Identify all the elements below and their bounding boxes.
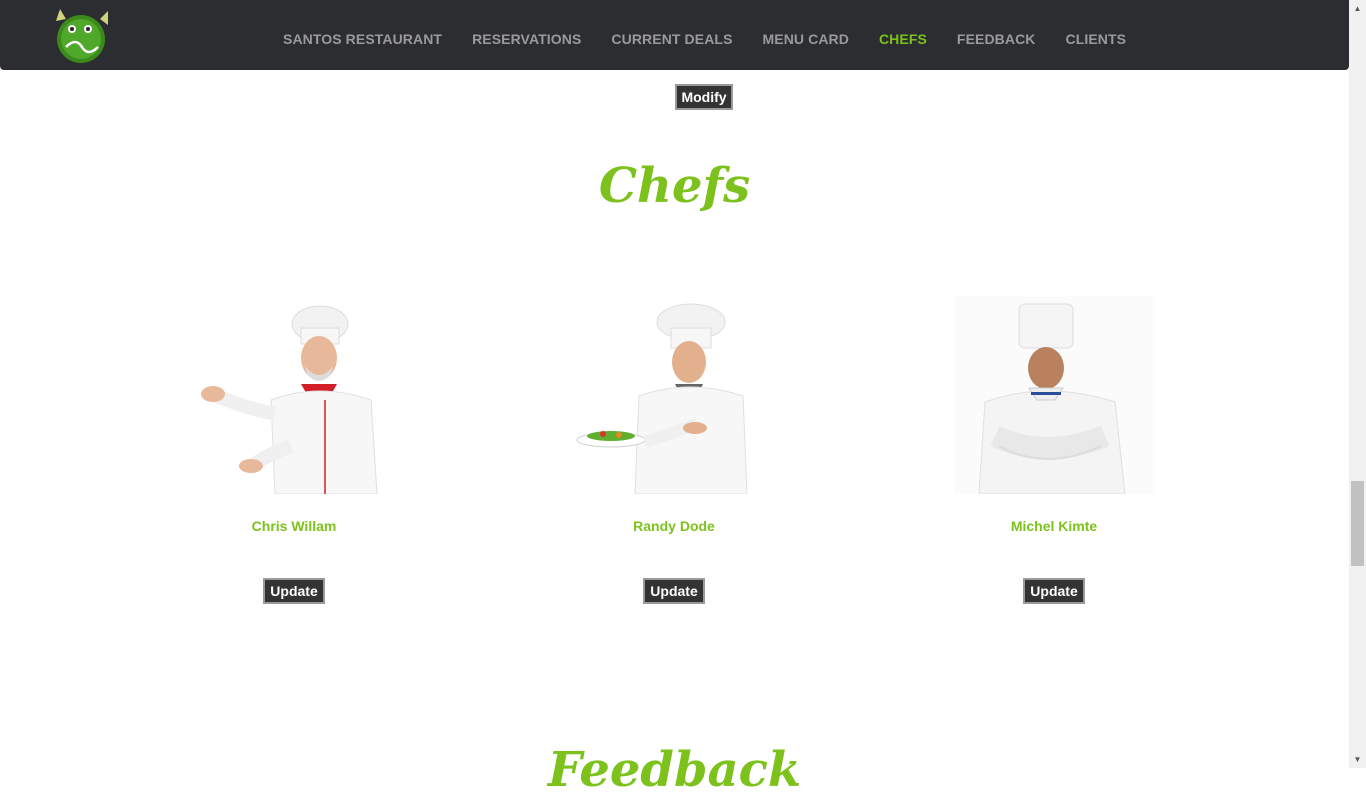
chef-card: Randy Dode Update (484, 292, 864, 612)
nav-item-clients[interactable]: CLIENTS (1051, 31, 1142, 47)
chefs-section-title: Chefs (598, 158, 751, 214)
chef-name: Chris Willam (251, 518, 337, 534)
chef-pointing-icon (195, 296, 393, 495)
scroll-down-icon[interactable]: ▼ (1349, 751, 1366, 768)
nav-item-current-deals[interactable]: CURRENT DEALS (596, 31, 747, 47)
page-scrollbar[interactable] (1349, 0, 1366, 768)
nav-item-menu-card[interactable]: MENU CARD (748, 31, 864, 47)
nav-item-reservations[interactable]: RESERVATIONS (457, 31, 596, 47)
scrollbar-thumb[interactable] (1351, 481, 1364, 566)
nav-item-feedback[interactable]: FEEDBACK (942, 31, 1051, 47)
chef-name: Randy Dode (633, 518, 715, 534)
top-navbar: SANTOS RESTAURANT RESERVATIONS CURRENT D… (0, 0, 1349, 70)
nav-item-chefs[interactable]: CHEFS (864, 31, 942, 47)
chef-card: Chris Willam Update (104, 292, 484, 612)
chef-name: Michel Kimte (1010, 518, 1098, 534)
nav-item-santos-restaurant[interactable]: SANTOS RESTAURANT (268, 31, 457, 47)
logo-icon[interactable] (48, 7, 114, 65)
update-button[interactable]: Update (1023, 578, 1085, 604)
modify-button[interactable]: Modify (675, 84, 733, 110)
chef-card: Michel Kimte Update (864, 292, 1244, 612)
update-button[interactable]: Update (643, 578, 705, 604)
chef-arms-crossed-icon (955, 296, 1153, 495)
scroll-up-icon[interactable]: ▲ (1349, 0, 1366, 17)
feedback-section-title: Feedback (547, 742, 802, 798)
chef-with-plate-icon (575, 296, 773, 495)
nav-menu: SANTOS RESTAURANT RESERVATIONS CURRENT D… (268, 0, 1141, 78)
update-button[interactable]: Update (263, 578, 325, 604)
